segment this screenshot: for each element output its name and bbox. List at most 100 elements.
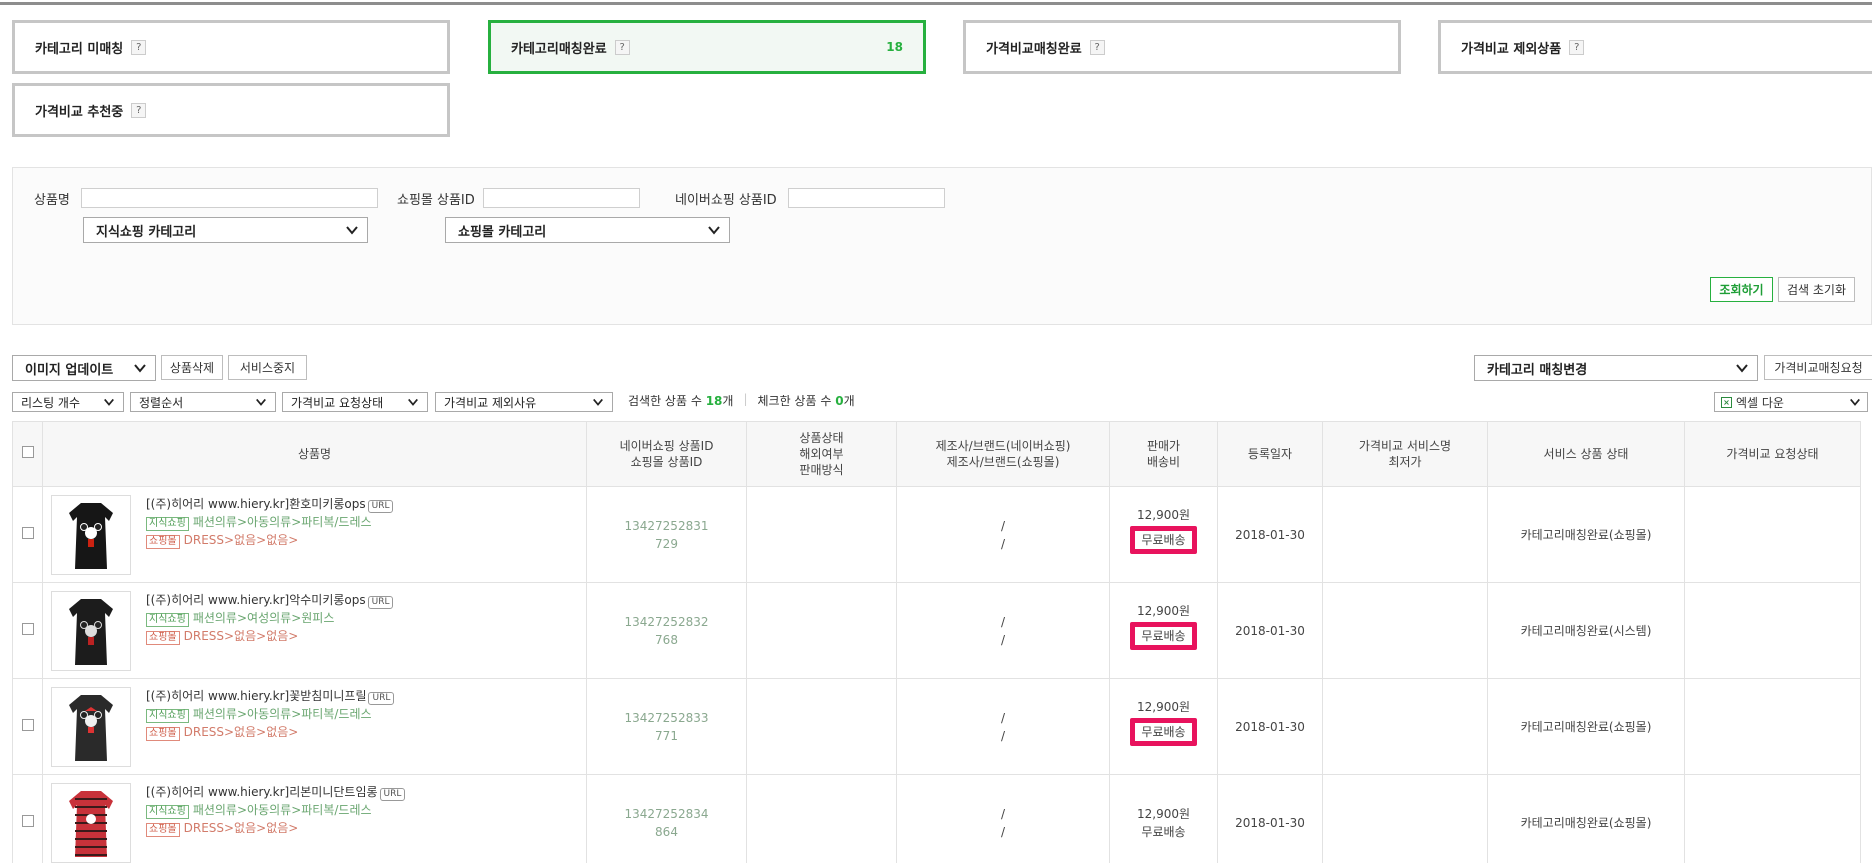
table-row: [(주)히어리 www.hiery.kr]환호미키롱ops URL 지식쇼핑 패션의… bbox=[12, 486, 1861, 583]
shipping-highlight: 무료배송 bbox=[1130, 525, 1197, 554]
image-update-select[interactable]: 이미지 업데이트 bbox=[12, 355, 156, 381]
row-checkbox-cell bbox=[12, 678, 43, 775]
help-icon[interactable]: ? bbox=[131, 39, 147, 55]
mall-category: DRESS>없음>없음> bbox=[183, 532, 299, 547]
product-status-cell bbox=[746, 774, 897, 863]
row-checkbox-cell bbox=[12, 582, 43, 679]
header-product-name: 상품명 bbox=[42, 421, 587, 487]
service-status-cell: 카테고리매칭완료(시스템) bbox=[1487, 582, 1685, 679]
product-name-link[interactable]: [(주)히어리 www.hiery.kr]악수미키롱ops bbox=[146, 593, 366, 607]
tab-label: 가격비교 추천중 bbox=[35, 104, 124, 120]
delete-product-button[interactable]: 상품삭제 bbox=[161, 355, 223, 380]
header-product-status: 상품상태 해외여부 판매방식 bbox=[746, 421, 897, 487]
naver-product-id-input[interactable] bbox=[788, 188, 945, 208]
result-stats: 검색한 상품 수 18개 | 체크한 상품 수 0개 bbox=[628, 392, 855, 409]
excel-download-select[interactable]: × 엑셀 다운 bbox=[1714, 392, 1868, 412]
exclude-reason-select[interactable]: 가격비교 제외사유 bbox=[435, 392, 613, 412]
request-status-select[interactable]: 가격비교 요청상태 bbox=[282, 392, 428, 412]
price-compare-service-cell bbox=[1322, 486, 1488, 583]
naver-product-id-label: 네이버쇼핑 상품ID bbox=[675, 193, 777, 208]
mall-tag: 쇼핑몰 bbox=[146, 726, 180, 741]
mall-product-id-input[interactable] bbox=[483, 188, 640, 208]
mall-category: DRESS>없음>없음> bbox=[183, 724, 299, 739]
sort-order-select[interactable]: 정렬순서 bbox=[130, 392, 276, 412]
request-status-cell bbox=[1684, 774, 1861, 863]
dress-image bbox=[69, 790, 113, 857]
price-cell: 12,900원 무료배송 bbox=[1109, 486, 1218, 583]
naver-product-id: 13427252832 bbox=[624, 614, 709, 629]
tab-price-compare-excluded[interactable]: 가격비교 제외상품 ? bbox=[1438, 20, 1872, 74]
chevron-down-icon bbox=[708, 226, 720, 235]
product-ids-cell: 13427252833 771 bbox=[586, 678, 747, 775]
shipping-highlight: 무료배송 bbox=[1130, 621, 1197, 650]
product-name-link[interactable]: [(주)히어리 www.hiery.kr]꽃받침미니프릴 bbox=[146, 689, 366, 703]
tab-price-compare-recommending[interactable]: 가격비교 추천중 ? bbox=[12, 83, 450, 137]
shipping-value: 무료배송 bbox=[1141, 724, 1186, 739]
top-divider bbox=[0, 0, 1872, 5]
tab-price-compare-matched[interactable]: 가격비교매칭완료 ? bbox=[963, 20, 1401, 74]
header-registered-date: 등록일자 bbox=[1217, 421, 1323, 487]
mall-product-id: 771 bbox=[655, 728, 678, 743]
tab-category-unmatched[interactable]: 카테고리 미매칭 ? bbox=[12, 20, 450, 74]
url-badge[interactable]: URL bbox=[367, 499, 394, 513]
product-thumbnail[interactable] bbox=[51, 686, 131, 767]
product-name-link[interactable]: [(주)히어리 www.hiery.kr]리본미니단트임롱 bbox=[146, 785, 378, 799]
help-icon[interactable]: ? bbox=[1089, 39, 1105, 55]
tab-count: 18 bbox=[886, 40, 903, 54]
row-checkbox[interactable] bbox=[21, 815, 34, 827]
product-cell: [(주)히어리 www.hiery.kr]환호미키롱ops URL 지식쇼핑 패션의… bbox=[42, 486, 587, 583]
price-value: 12,900원 bbox=[1136, 603, 1191, 618]
url-badge[interactable]: URL bbox=[379, 787, 406, 801]
row-checkbox[interactable] bbox=[21, 527, 34, 539]
date-cell: 2018-01-30 bbox=[1217, 486, 1323, 583]
excel-icon: × bbox=[1721, 396, 1732, 408]
category-matching-change-select[interactable]: 카테고리 매칭변경 bbox=[1474, 355, 1758, 381]
chevron-down-icon bbox=[256, 398, 266, 406]
maker-cell: / / bbox=[896, 486, 1110, 583]
mall-product-id: 768 bbox=[655, 632, 678, 647]
maker-cell: / / bbox=[896, 774, 1110, 863]
row-checkbox[interactable] bbox=[21, 719, 34, 731]
product-thumbnail[interactable] bbox=[51, 494, 131, 575]
product-name-link[interactable]: [(주)히어리 www.hiery.kr]환호미키롱ops bbox=[146, 497, 366, 511]
row-checkbox-cell bbox=[12, 774, 43, 863]
stats-divider: | bbox=[743, 392, 748, 406]
tab-label: 가격비교 제외상품 bbox=[1461, 41, 1562, 57]
help-icon[interactable]: ? bbox=[131, 102, 147, 118]
product-name-label: 상품명 bbox=[34, 193, 70, 208]
help-icon[interactable]: ? bbox=[614, 39, 630, 55]
row-checkbox[interactable] bbox=[21, 623, 34, 635]
price-compare-request-button[interactable]: 가격비교매칭요청 bbox=[1764, 355, 1872, 380]
knowledge-category-select[interactable]: 지식쇼핑 카테고리 bbox=[83, 217, 368, 243]
mall-category-select[interactable]: 쇼핑몰 카테고리 bbox=[445, 217, 730, 243]
image-update-value: 이미지 업데이트 bbox=[25, 362, 114, 378]
product-info: [(주)히어리 www.hiery.kr]환호미키롱ops URL 지식쇼핑 패션의… bbox=[146, 495, 394, 549]
tab-label: 가격비교매칭완료 bbox=[986, 41, 1082, 57]
product-name-input[interactable] bbox=[81, 188, 378, 208]
stop-service-button[interactable]: 서비스중지 bbox=[228, 355, 307, 380]
product-thumbnail[interactable] bbox=[51, 590, 131, 671]
price-value: 12,900원 bbox=[1136, 806, 1191, 821]
product-table: 상품명 네이버쇼핑 상품ID 쇼핑몰 상품ID 상품상태 해외여부 판매방식 제조사/… bbox=[12, 421, 1861, 863]
reset-search-button[interactable]: 검색 초기화 bbox=[1778, 277, 1855, 302]
url-badge[interactable]: URL bbox=[368, 691, 395, 705]
product-info: [(주)히어리 www.hiery.kr]꽃받침미니프릴 URL 지식쇼핑 패션의류… bbox=[146, 687, 395, 741]
search-button[interactable]: 조회하기 bbox=[1710, 277, 1773, 302]
select-all-checkbox[interactable] bbox=[21, 446, 34, 458]
shipping-highlight: 무료배송 bbox=[1130, 717, 1197, 746]
price-compare-service-cell bbox=[1322, 678, 1488, 775]
product-thumbnail[interactable] bbox=[51, 782, 131, 863]
mall-product-id-label: 쇼핑몰 상품ID bbox=[397, 193, 475, 208]
date-cell: 2018-01-30 bbox=[1217, 774, 1323, 863]
tab-category-matched[interactable]: 카테고리매칭완료 ? 18 bbox=[488, 20, 926, 74]
mall-category: DRESS>없음>없음> bbox=[183, 820, 299, 835]
dress-image bbox=[69, 502, 113, 569]
tab-label: 카테고리매칭완료 bbox=[511, 41, 607, 57]
listing-count-select[interactable]: 리스팅 개수 bbox=[12, 392, 124, 412]
product-status-cell bbox=[746, 582, 897, 679]
table-row: [(주)히어리 www.hiery.kr]리본미니단트임롱 URL 지식쇼핑 패션의… bbox=[12, 774, 1861, 863]
url-badge[interactable]: URL bbox=[367, 595, 394, 609]
product-info: [(주)히어리 www.hiery.kr]리본미니단트임롱 URL 지식쇼핑 패션의… bbox=[146, 783, 406, 837]
help-icon[interactable]: ? bbox=[1569, 39, 1585, 55]
maker-cell: / / bbox=[896, 678, 1110, 775]
